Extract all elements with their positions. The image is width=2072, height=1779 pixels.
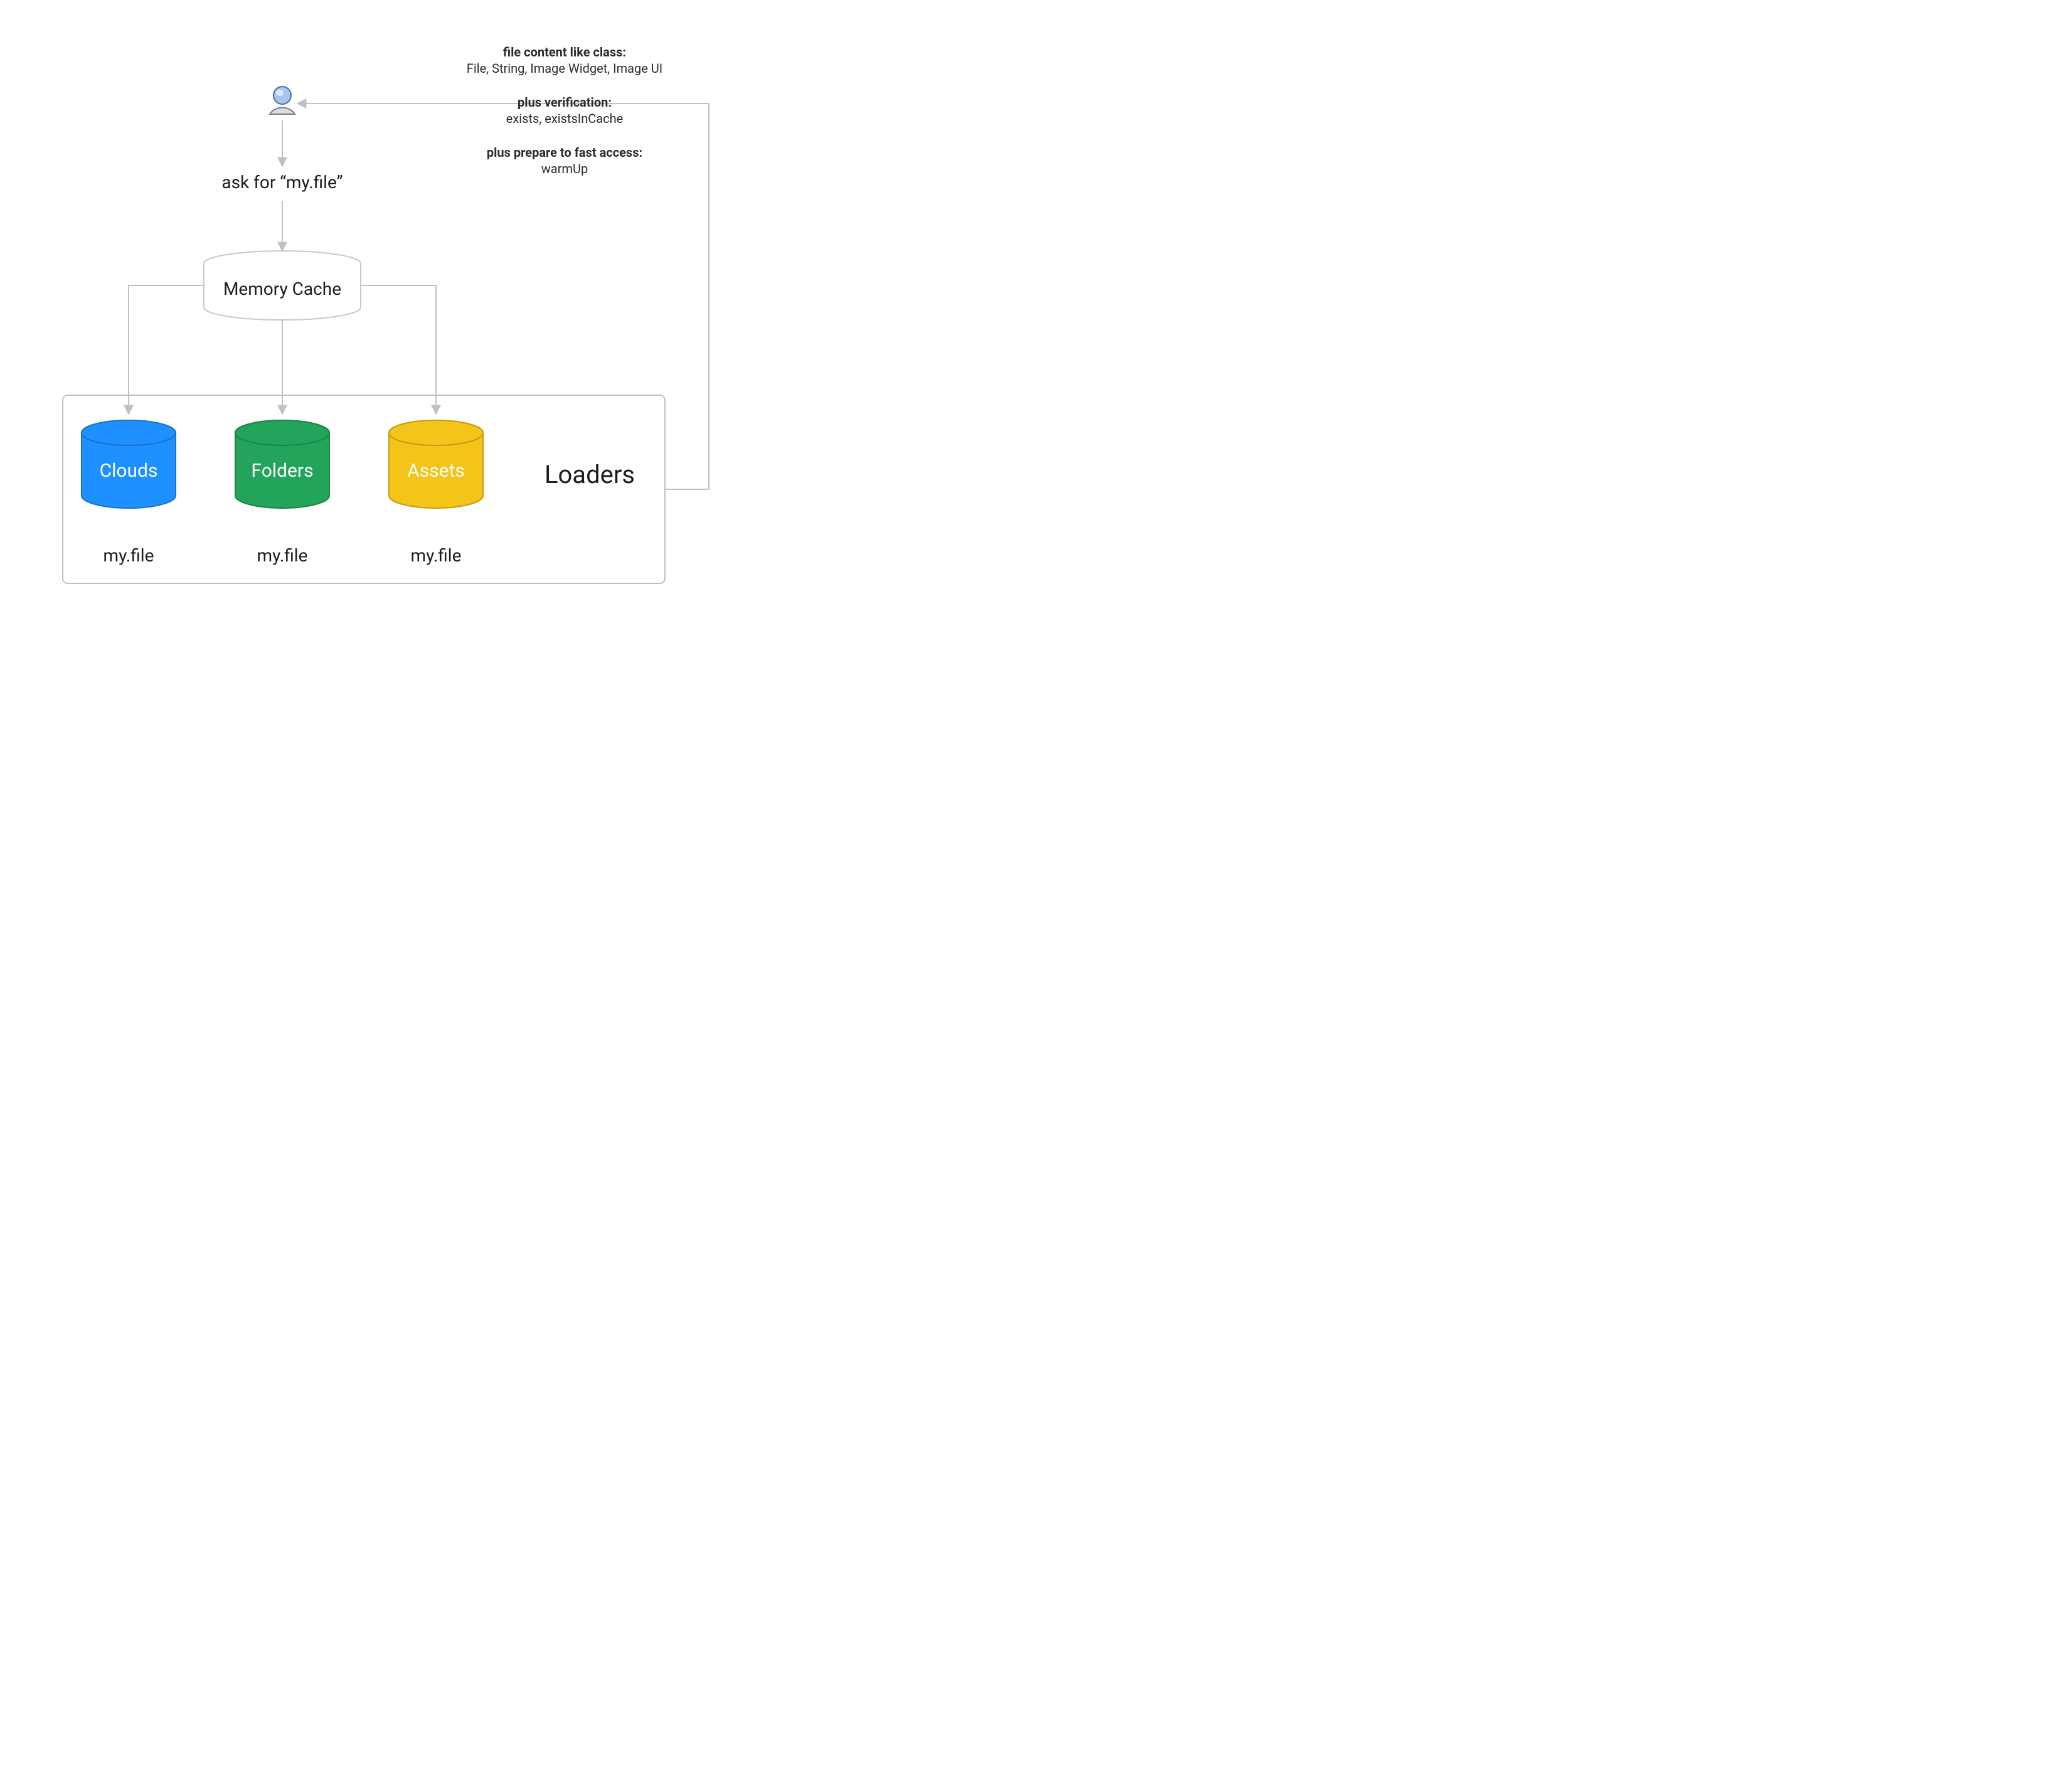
loaders-title: Loaders	[545, 460, 635, 489]
loader-file-label: my.file	[257, 545, 308, 566]
ask-label: ask for “my.file”	[221, 172, 343, 193]
memory-cache-label: Memory Cache	[223, 279, 341, 299]
notes-prepare-title: plus prepare to fast access:	[487, 145, 642, 160]
notes-verify-body: exists, existsInCache	[506, 111, 624, 126]
loader-file-label: my.file	[104, 545, 154, 566]
notes-prepare-body: warmUp	[541, 161, 588, 176]
user-icon	[270, 87, 295, 114]
loader-label: Clouds	[100, 460, 158, 482]
loader-assets: Assets	[389, 420, 483, 508]
loader-folders: Folders	[235, 420, 329, 508]
loader-label: Folders	[251, 460, 313, 482]
architecture-diagram: ask for “my.file” Memory Cache Loaders C…	[0, 0, 728, 625]
memory-cache-cylinder: Memory Cache	[204, 251, 361, 320]
notes-content-title: file content like class:	[503, 45, 626, 60]
notes-verify-title: plus verification:	[518, 95, 612, 110]
notes-block: file content like class: File, String, I…	[467, 45, 662, 176]
loader-clouds: Clouds	[82, 420, 176, 508]
loader-file-label: my.file	[411, 545, 462, 566]
notes-content-body: File, String, Image Widget, Image UI	[467, 61, 662, 76]
loader-label: Assets	[407, 460, 465, 482]
